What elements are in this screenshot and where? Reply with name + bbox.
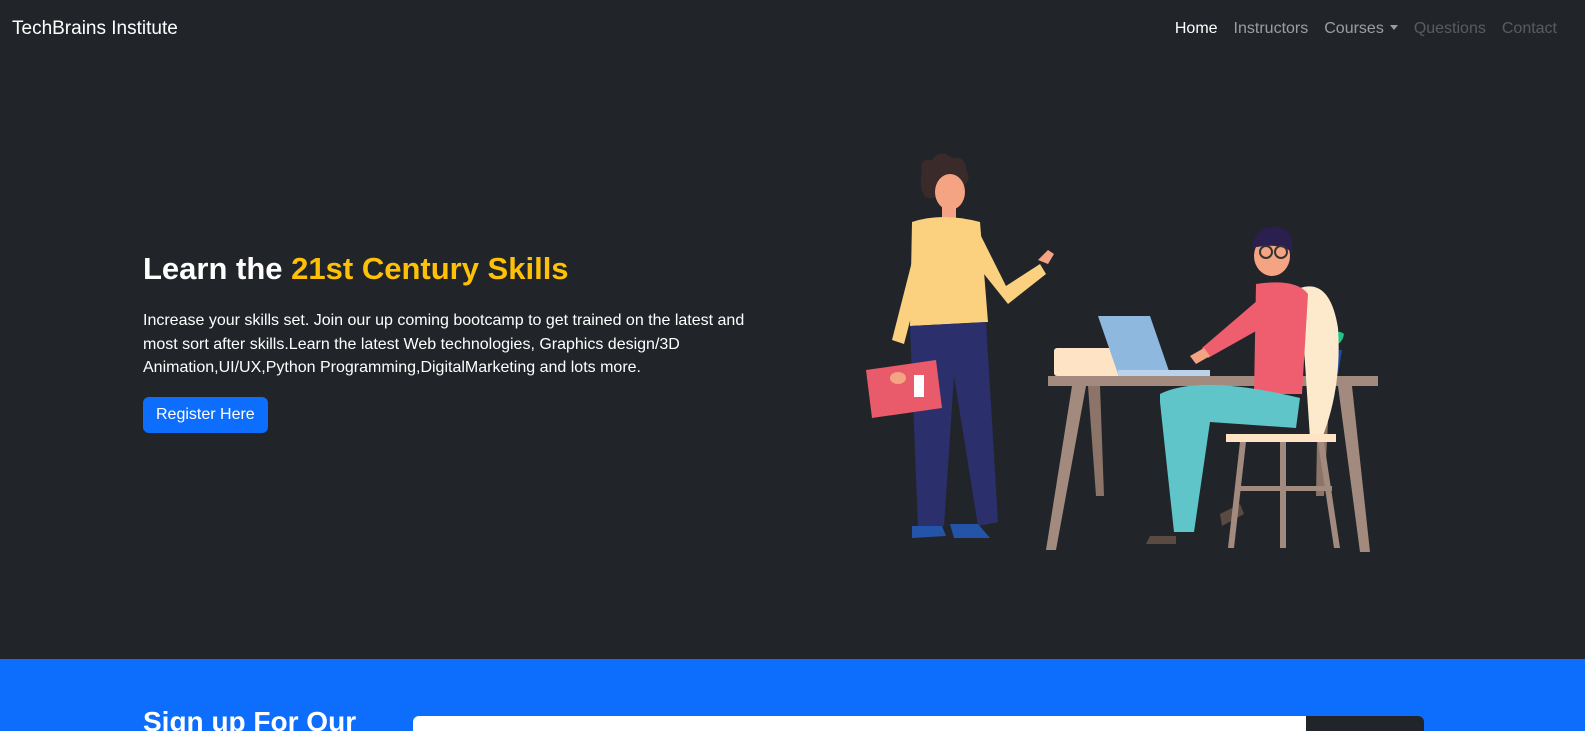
brand-link[interactable]: TechBrains Institute [12,18,178,40]
newsletter-submit-button[interactable] [1306,716,1424,731]
sitting-person-figure [1146,226,1340,548]
nav-courses-label: Courses [1324,19,1384,37]
signup-title: Sign up For Our [143,706,357,731]
standing-person-figure [866,153,1054,538]
hero-title-prefix: Learn the [143,251,292,286]
register-button[interactable]: Register Here [143,396,268,433]
nav-instructors[interactable]: Instructors [1226,20,1317,38]
hero-lead: Increase your skills set. Join our up co… [143,312,745,377]
nav-questions: Questions [1413,19,1486,37]
chevron-down-icon [1389,24,1398,30]
hero-illustration [866,153,1378,552]
navbar: TechBrains Institute Home Instructors Co… [0,0,1585,57]
hero-title-highlight: 21st Century Skills [291,251,569,286]
hero-title: Learn the 21st Century Skills [143,250,763,287]
nav-links: Home Instructors Courses Questions Conta… [1167,20,1565,38]
nav-home[interactable]: Home [1167,20,1226,38]
newsletter-email-input[interactable] [413,716,1306,731]
hero-text: Learn the 21st Century Skills Increase y… [143,250,763,433]
signup-section: Sign up For Our [0,659,1585,731]
nav-contact: Contact [1501,19,1557,37]
nav-courses-dropdown[interactable]: Courses [1316,20,1406,38]
